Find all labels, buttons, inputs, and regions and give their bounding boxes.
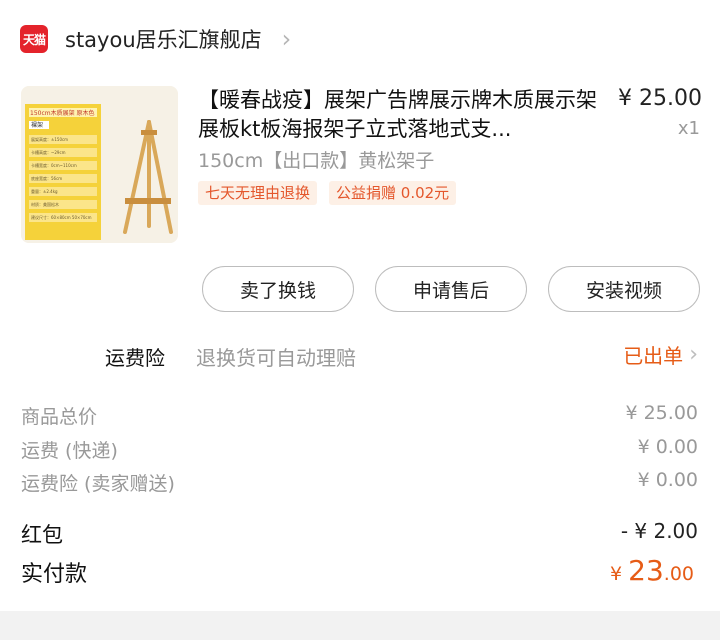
- paid-integer: 23: [628, 554, 664, 587]
- insurance-status-text: 已出单: [623, 344, 684, 368]
- insurance-description: 退换货可自动理赔: [196, 346, 356, 370]
- install-video-button[interactable]: 安装视频: [548, 266, 700, 312]
- summary-row-insurance: 运费险 (卖家赠送) ¥ 0.00: [0, 469, 720, 499]
- chevron-right-icon: ›: [689, 342, 698, 367]
- summary-label: 运费险 (卖家赠送): [21, 473, 175, 495]
- shipping-insurance-row[interactable]: 运费险 退换货可自动理赔 已出单 ›: [0, 338, 720, 374]
- svg-text:建议尺寸：60×80cm 50×70cm: 建议尺寸：60×80cm 50×70cm: [31, 214, 92, 220]
- bottom-divider-bar: [0, 611, 720, 640]
- amount-paid-label: 实付款: [21, 562, 88, 587]
- svg-text:展架高度：±150cm: 展架高度：±150cm: [31, 136, 68, 142]
- svg-text:重量：±2.4kg: 重量：±2.4kg: [31, 188, 58, 194]
- summary-value: ¥ 0.00: [637, 469, 698, 491]
- product-sku: 150cm【出口款】黄松架子: [198, 150, 435, 172]
- summary-value: ¥ 0.00: [637, 436, 698, 458]
- insurance-label: 运费险: [105, 346, 165, 370]
- product-title[interactable]: 【暖春战疫】展架广告牌展示牌木质展示架展板kt板海报架子立式落地式支...: [198, 86, 598, 144]
- product-price: ¥ 25.00: [618, 86, 702, 111]
- sell-button[interactable]: 卖了换钱: [202, 266, 354, 312]
- product-tags: 七天无理由退换 公益捐赠 0.02元: [198, 181, 457, 205]
- svg-text:卡槽宽度：0cm~110cm: 卡槽宽度：0cm~110cm: [31, 162, 77, 168]
- summary-row-shipping: 运费 (快递) ¥ 0.00: [0, 436, 720, 466]
- svg-text:卡槽高度：~29cm: 卡槽高度：~29cm: [31, 149, 66, 155]
- product-image[interactable]: 150cm木质展架 原木色 裸架 展架高度：±150cm 卡槽高度：~29cm …: [21, 86, 178, 243]
- tag-charity-donation: 公益捐赠 0.02元: [329, 181, 457, 205]
- summary-label: 商品总价: [21, 406, 98, 428]
- store-name[interactable]: stayou居乐汇旗舰店: [65, 24, 262, 54]
- after-sale-button[interactable]: 申请售后: [375, 266, 527, 312]
- tmall-logo: 天猫: [20, 25, 48, 53]
- svg-text:材质：美国松木: 材质：美国松木: [31, 201, 59, 207]
- svg-text:150cm木质展架 原木色: 150cm木质展架 原木色: [30, 109, 95, 117]
- amount-paid-value: ¥ 23 .00: [610, 554, 694, 587]
- paid-currency: ¥: [610, 563, 623, 585]
- summary-row-goods-total: 商品总价 ¥ 25.00: [0, 402, 720, 432]
- summary-value: ¥ 25.00: [625, 402, 698, 424]
- svg-text:裸架: 裸架: [31, 121, 43, 129]
- easel-product-icon: 150cm木质展架 原木色 裸架 展架高度：±150cm 卡槽高度：~29cm …: [21, 86, 178, 243]
- red-packet-value: - ¥ 2.00: [620, 519, 698, 543]
- paid-decimal: .00: [663, 563, 694, 585]
- red-packet-label: 红包: [21, 523, 63, 547]
- summary-label: 运费 (快递): [21, 440, 118, 462]
- tag-seven-day-return: 七天无理由退换: [198, 181, 318, 205]
- product-quantity: x1: [677, 118, 700, 139]
- store-header[interactable]: 天猫 stayou居乐汇旗舰店 ›: [20, 22, 291, 56]
- svg-text:底座宽度：56cm: 底座宽度：56cm: [31, 175, 62, 181]
- insurance-status[interactable]: 已出单 ›: [623, 340, 698, 369]
- chevron-right-icon[interactable]: ›: [282, 27, 292, 51]
